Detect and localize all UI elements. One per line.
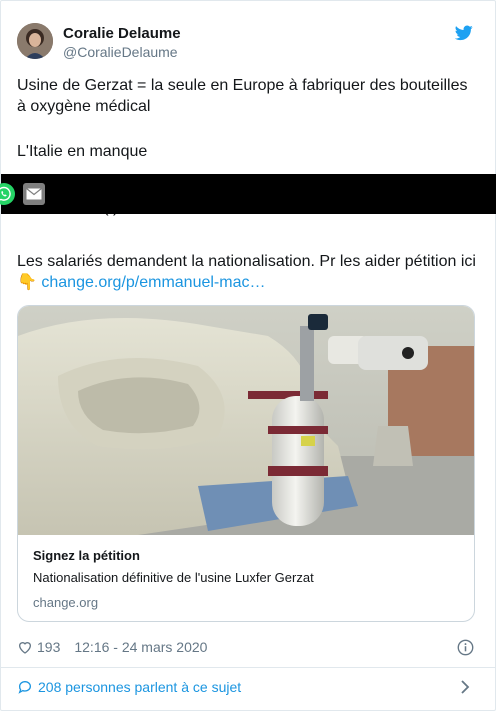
petition-link[interactable]: change.org/p/emmanuel-mac… [41,274,265,291]
tweet-text-paragraph-4: Les salariés demandent la nationalisatio… [17,251,477,293]
tweet-timestamp[interactable]: 12:16 - 24 mars 2020 [74,639,207,655]
twitter-bird-icon[interactable] [454,25,473,41]
link-card-title[interactable]: Signez la pétition [33,548,140,563]
tweet-text-paragraph-2: L'Italie en manque [17,143,148,160]
link-card-domain[interactable]: change.org [33,595,98,610]
like-count[interactable]: 193 [37,639,60,655]
divider [1,667,495,668]
share-toolbar [0,174,496,214]
pointing-down-emoji-icon: 👇 [17,274,37,291]
author-name[interactable]: Coralie Delaume [63,25,181,42]
mail-icon[interactable] [23,183,45,205]
info-icon[interactable] [457,639,474,656]
tweet-meta: 193 12:16 - 24 mars 2020 [17,637,207,657]
tweet-text-paragraph-1: Usine de Gerzat = la seule en Europe à f… [17,77,468,115]
speech-bubble-icon [17,679,33,695]
heart-icon[interactable] [17,639,33,655]
author-handle[interactable]: @CoralieDelaume [63,44,178,60]
tweet-text-petition: Les salariés demandent la nationalisatio… [17,253,476,270]
avatar[interactable] [17,23,53,59]
chevron-right-icon[interactable] [459,680,471,694]
link-card-description[interactable]: Nationalisation définitive de l'usine Lu… [33,570,314,585]
conversation-link[interactable]: 208 personnes parlent à ce sujet [17,677,241,697]
link-preview-image[interactable] [18,306,474,535]
tweet-card: Coralie Delaume @CoralieDelaume Usine de… [0,0,496,711]
link-preview-card[interactable]: Signez la pétition Nationalisation défin… [17,305,475,622]
whatsapp-icon[interactable] [0,183,15,205]
conversation-label[interactable]: 208 personnes parlent à ce sujet [38,679,241,695]
